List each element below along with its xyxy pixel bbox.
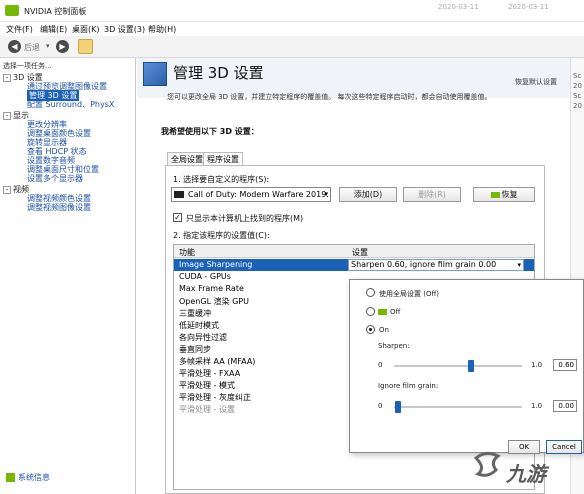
collapse-icon[interactable]: -: [3, 185, 11, 194]
only-show-checkbox[interactable]: ✓: [173, 213, 182, 222]
radio-use-global-label: 使用全局设置 (Off): [379, 290, 440, 298]
menu-help[interactable]: 帮助(H): [148, 24, 176, 35]
image-sharpening-popup: 使用全局设置 (Off) Off On Sharpen: 0 1.0 0.60 …: [349, 279, 584, 454]
film-grain-value-input[interactable]: 0.00: [553, 400, 577, 412]
restore-program-button[interactable]: 恢复: [473, 187, 535, 202]
radio-on[interactable]: [366, 325, 375, 334]
radio-off-label: Off: [390, 308, 401, 316]
chevron-down-icon: ▾: [517, 261, 521, 269]
background-text: 20: [573, 102, 582, 110]
sharpen-slider-track[interactable]: [394, 365, 522, 367]
sharpen-min: 0: [378, 361, 383, 369]
film-grain-slider-thumb[interactable]: [394, 401, 401, 413]
table-row[interactable]: Image Sharpening Sharpen 0.60, ignore fi…: [174, 259, 534, 271]
menu-file[interactable]: 文件(F): [6, 24, 33, 35]
restore-defaults-link[interactable]: 恢复默认设置: [515, 77, 557, 87]
nvidia-leaf-icon: [378, 309, 387, 315]
page-description: 您可以更改全局 3D 设置，并建立特定程序的覆盖值。 每次这些特定程序启动时，都…: [167, 93, 492, 101]
remove-button[interactable]: 删除(R): [403, 187, 461, 202]
header-setting: 设置: [352, 248, 368, 257]
home-icon[interactable]: [78, 39, 93, 54]
title-bar: NVIDIA 控制面板 2020-03-11 2020-03-11: [0, 0, 584, 22]
only-show-label: 只显示本计算机上找到的程序(M): [186, 214, 304, 223]
setting-dropdown[interactable]: Sharpen 0.60, ignore film grain 0.00 ▾: [348, 259, 524, 271]
radio-on-label: On: [379, 326, 389, 334]
table-header: 功能 设置: [174, 245, 534, 258]
game-icon: [174, 191, 184, 198]
step1-label: 1. 选择要自定义的程序(S):: [173, 175, 270, 184]
header-feature: 功能: [179, 248, 195, 257]
watermark-text: 九游: [506, 462, 546, 486]
film-grain-label: Ignore film grain:: [378, 382, 439, 390]
menu-desktop[interactable]: 桌面(K): [72, 24, 100, 35]
background-text: Sc: [573, 92, 582, 100]
chevron-down-icon: ▾: [324, 190, 328, 198]
menu-bar: 文件(F) 编辑(E) 桌面(K) 3D 设置(3) 帮助(H): [0, 22, 584, 36]
tab-program-settings[interactable]: 程序设置: [203, 152, 243, 166]
sharpen-max: 1.0: [531, 361, 543, 369]
tree-category-display[interactable]: - 显示: [3, 110, 29, 121]
tree-category-video[interactable]: - 视频: [3, 184, 29, 195]
window-title: NVIDIA 控制面板: [24, 7, 87, 16]
background-timestamp: 2020-03-11: [508, 3, 549, 11]
background-text: 20: [573, 82, 582, 90]
sharpen-value-input[interactable]: 0.60: [553, 359, 577, 371]
system-info-icon: [6, 473, 15, 482]
add-button[interactable]: 添加(D): [339, 187, 397, 202]
tab-global-settings[interactable]: 全局设置: [167, 152, 207, 166]
section-heading: 我希望使用以下 3D 设置：: [161, 127, 259, 136]
collapse-icon[interactable]: -: [3, 73, 11, 82]
3d-settings-icon: [143, 62, 167, 86]
forward-arrow-icon[interactable]: ▶: [56, 40, 69, 53]
background-timestamp: 2020-03-11: [438, 3, 479, 11]
radio-use-global[interactable]: [366, 288, 375, 297]
tree-item-surround-physx[interactable]: 配置 Surround、PhysX: [27, 99, 114, 110]
film-grain-slider-track[interactable]: [394, 406, 522, 408]
nvidia-logo-icon: [5, 5, 19, 16]
task-tree-pane: 选择一项任务... -3D 设置 通过预览调整图像设置 管理 3D 设置 配置 …: [0, 58, 136, 494]
page-title: 管理 3D 设置: [173, 64, 264, 82]
menu-edit[interactable]: 编辑(E): [40, 24, 67, 35]
tree-item-video-image[interactable]: 调整视频图像设置: [27, 202, 91, 213]
film-grain-min: 0: [378, 402, 383, 410]
task-label: 选择一项任务...: [3, 62, 52, 70]
program-select[interactable]: Call of Duty: Modern Warfare 2019... ▾: [171, 187, 331, 202]
toolbar: ◀ 后退 ▾ ▶: [0, 36, 584, 58]
step2-label: 2. 指定该程序的设置值(C):: [173, 231, 270, 240]
nvidia-leaf-icon: [490, 191, 500, 198]
back-label[interactable]: 后退: [24, 42, 40, 53]
collapse-icon[interactable]: -: [3, 111, 11, 120]
radio-off[interactable]: [366, 307, 375, 316]
sharpen-slider-thumb[interactable]: [467, 360, 474, 372]
tree-item-multi-display[interactable]: 设置多个显示器: [27, 173, 83, 184]
back-arrow-icon[interactable]: ◀: [8, 40, 21, 53]
menu-3d-settings[interactable]: 3D 设置(3): [104, 24, 145, 35]
system-info-link[interactable]: 系统信息: [6, 472, 50, 483]
back-dropdown-icon[interactable]: ▾: [46, 42, 50, 50]
sharpen-label: Sharpen:: [378, 342, 410, 350]
background-text: Sc: [573, 72, 582, 80]
film-grain-max: 1.0: [531, 402, 543, 410]
